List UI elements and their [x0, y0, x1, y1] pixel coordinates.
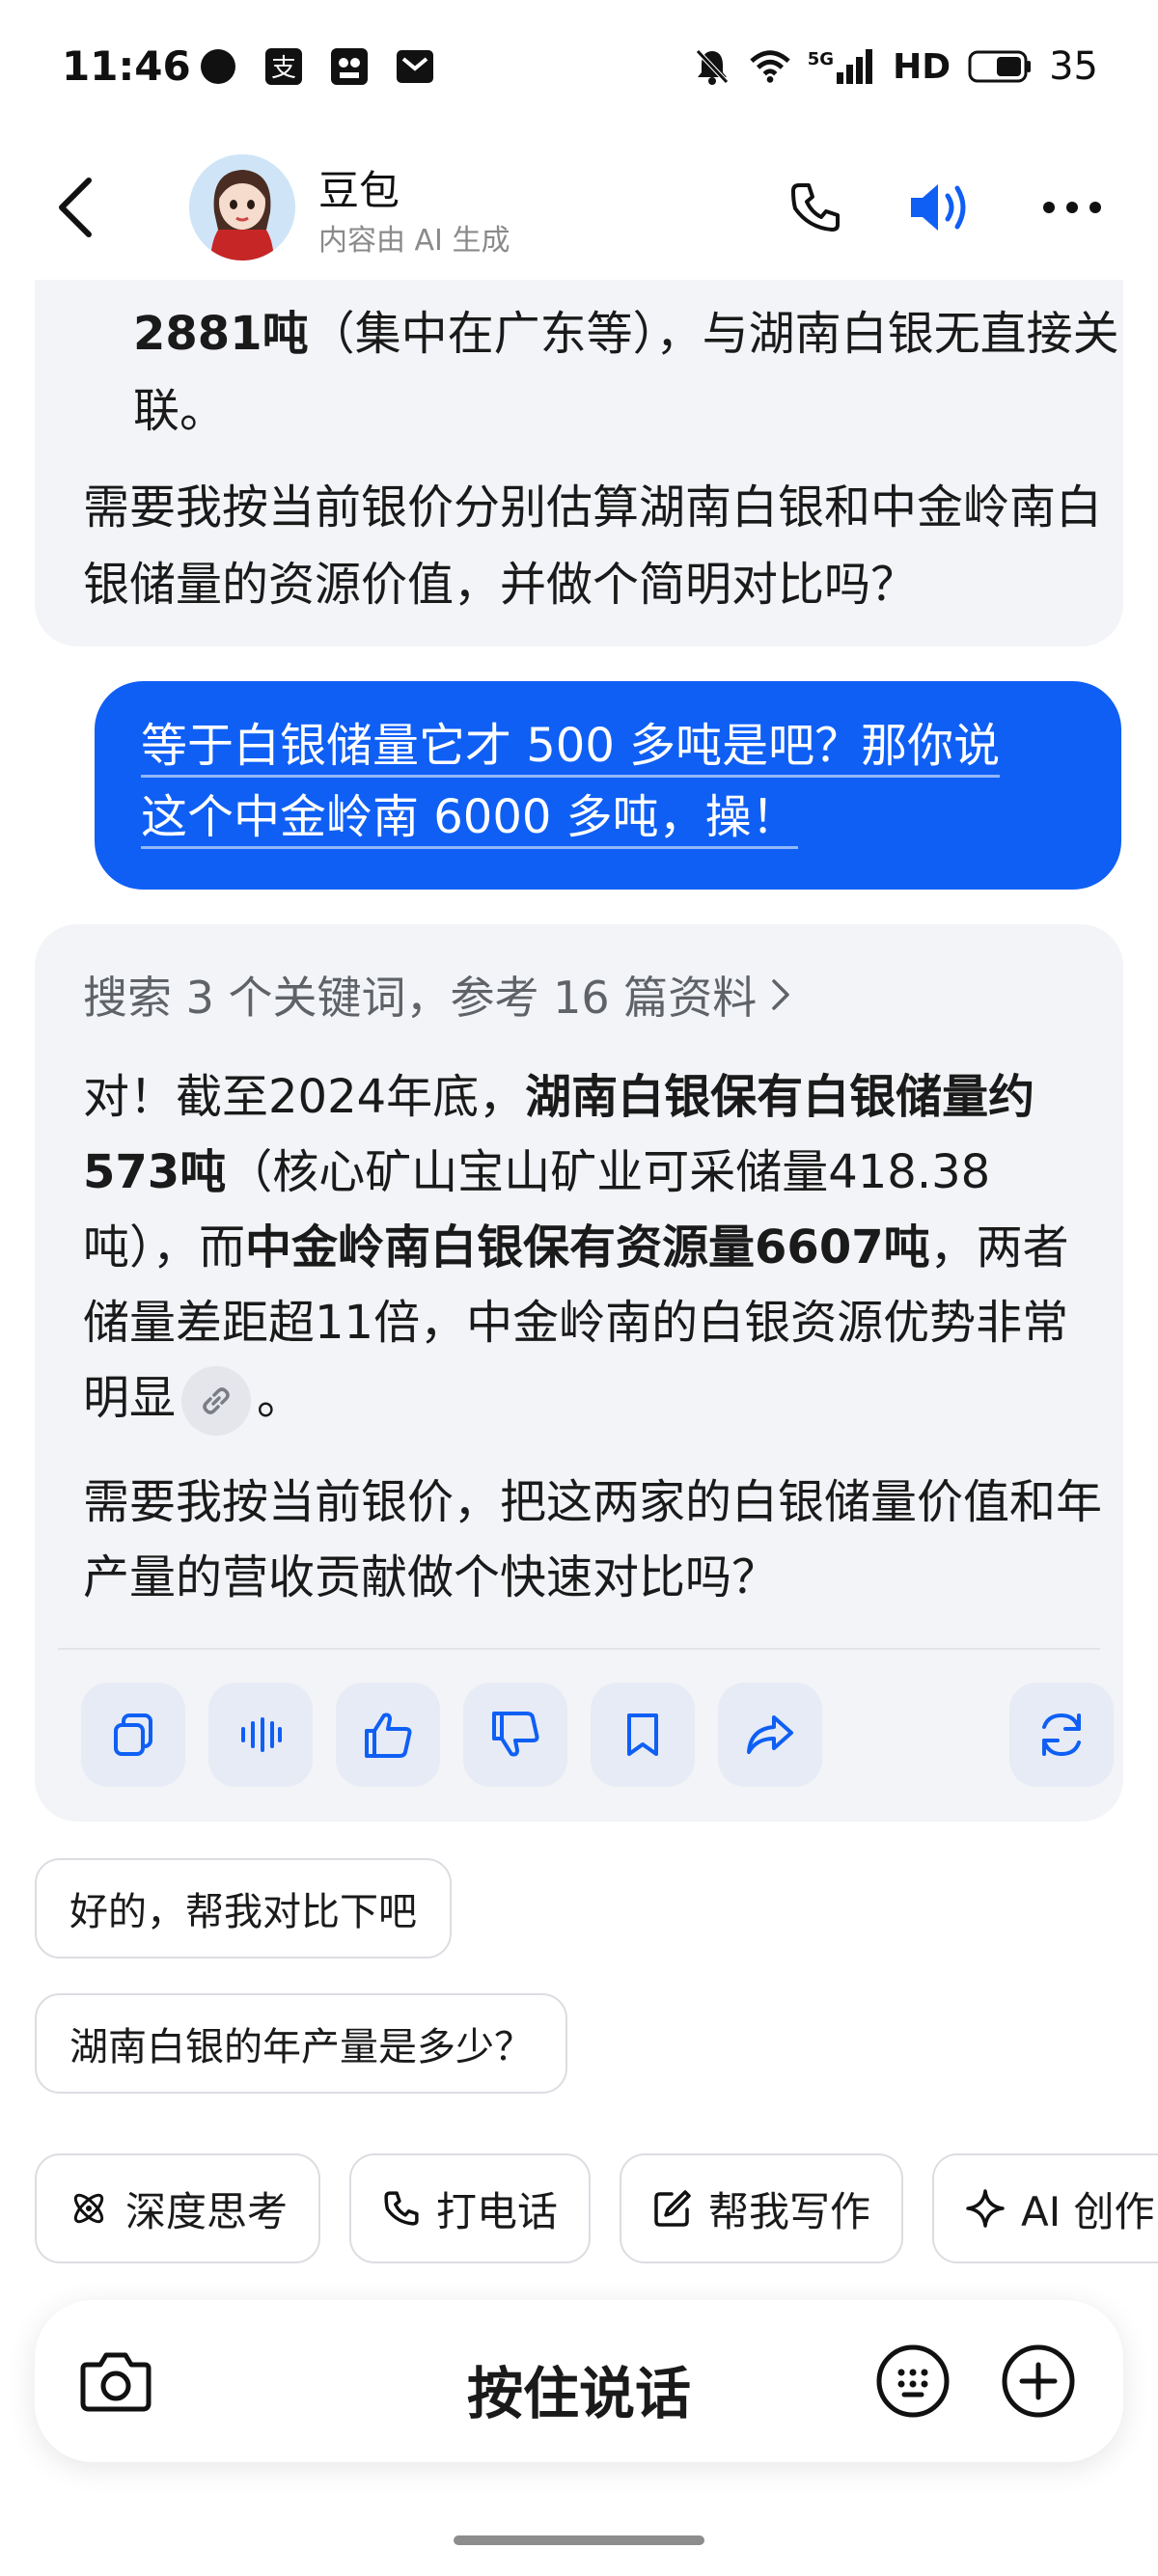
user-message-text: 等于白银储量它才 500 多吨是吧？那你说 这个中金岭南 6000 多吨，操！ [141, 710, 1087, 853]
message-text: 。 [257, 1371, 304, 1425]
hd-label: HD [893, 46, 951, 87]
wifi-icon [750, 46, 790, 87]
user-message-line: 等于白银储量它才 500 多吨是吧？那你说 [141, 719, 1001, 778]
bold-text: 中金岭南白银保有资源量6607吨 [245, 1220, 930, 1274]
chevron-left-icon [59, 178, 92, 237]
bookmark-button[interactable] [591, 1683, 695, 1787]
suggestion-chip[interactable]: 湖南白银的年产量是多少？ [35, 1993, 567, 2094]
share-icon [747, 1715, 793, 1754]
plus-circle-icon [1002, 2344, 1075, 2418]
copy-icon [114, 1713, 152, 1756]
alipay-icon: 支 [263, 46, 304, 87]
voice-playback-button[interactable] [907, 174, 975, 241]
tool-label: 帮我写作 [708, 2187, 871, 2235]
thumbs-down-icon [492, 1712, 539, 1757]
bell-muted-icon [692, 46, 732, 87]
writing-tool-button[interactable]: 帮我写作 [620, 2153, 904, 2263]
dislike-button[interactable] [463, 1683, 567, 1787]
bold-text: 2881吨 [133, 307, 309, 361]
message-paragraph: 需要我按当前银价，把这两家的白银储量价值和年产量的营收贡献做个快速对比吗？ [83, 1475, 1103, 1604]
audio-wave-icon [241, 1717, 282, 1752]
search-references-text: 搜索 3 个关键词，参考 16 篇资料 [83, 972, 758, 1024]
deep-thinking-button[interactable]: 深度思考 [35, 2153, 321, 2263]
call-button[interactable] [782, 174, 849, 241]
share-button[interactable] [718, 1683, 822, 1787]
refresh-icon [1042, 1713, 1081, 1757]
app-icon [329, 46, 370, 87]
thumbs-up-icon [365, 1713, 412, 1758]
message-paragraph: 需要我按当前银价分别估算湖南白银和中金岭南白银储量的资源价值，并做个简明对比吗？ [83, 480, 1103, 612]
keyboard-button[interactable] [874, 2343, 951, 2420]
copy-button[interactable] [81, 1683, 185, 1787]
like-button[interactable] [336, 1683, 440, 1787]
suggestion-chip[interactable]: 好的，帮我对比下吧 [35, 1858, 452, 1959]
tool-label: 深度思考 [125, 2187, 289, 2235]
tool-bar: 深度思考 打电话 帮我写作 AI 创作 [35, 2153, 1158, 2265]
more-icon [1043, 202, 1101, 213]
hold-to-talk-button[interactable]: 按住说话 [35, 2348, 1123, 2429]
edit-icon [654, 2190, 691, 2227]
keyboard-icon [876, 2344, 950, 2418]
atom-icon [73, 2193, 104, 2224]
divider [58, 1648, 1100, 1650]
mail-icon [395, 46, 435, 87]
regenerate-button[interactable] [1009, 1683, 1114, 1787]
search-references-link[interactable]: 搜索 3 个关键词，参考 16 篇资料 [83, 963, 793, 1027]
ai-create-button[interactable]: AI 创作 [932, 2153, 1158, 2263]
ai-generated-note: 内容由 AI 生成 [318, 224, 510, 258]
more-options-button[interactable] [1038, 174, 1106, 241]
read-aloud-button[interactable] [208, 1683, 313, 1787]
message-paragraph: 对！截至2024年底，湖南白银保有白银储量约573吨（核心矿山宝山矿业可采储量4… [83, 1059, 1106, 1436]
signal-icon: 5G [808, 49, 875, 84]
user-message-line: 这个中金岭南 6000 多吨，操！ [141, 790, 798, 849]
link-icon [203, 1387, 230, 1414]
bookmark-icon [627, 1713, 658, 1756]
call-tool-button[interactable]: 打电话 [349, 2153, 592, 2263]
chevron-right-icon [772, 979, 790, 1010]
status-bar: 11:46 支 5G HD 35 [0, 0, 1158, 135]
status-time: 11:46 [62, 42, 191, 90]
ai-message: 2881吨（集中在广东等），与湖南白银无直接关联。 需要我按当前银价分别估算湖南… [35, 280, 1123, 646]
ai-message: 搜索 3 个关键词，参考 16 篇资料 对！截至2024年底，湖南白银保有白银储… [35, 924, 1123, 1822]
phone-icon [384, 2191, 419, 2226]
tool-label: 打电话 [436, 2187, 559, 2235]
signal-label: 5G [807, 49, 835, 69]
phone-icon [791, 183, 840, 232]
back-button[interactable] [46, 174, 104, 241]
user-message[interactable]: 等于白银储量它才 500 多吨是吧？那你说 这个中金岭南 6000 多吨，操！ [95, 681, 1121, 890]
speaker-icon [911, 184, 966, 231]
svg-text:支: 支 [271, 54, 296, 83]
message-actions [81, 1683, 1114, 1787]
battery-icon [968, 50, 1032, 83]
list-item-continuation: 2881吨（集中在广东等），与湖南白银无直接关联。 [133, 295, 1137, 450]
chat-title: 豆包 [318, 167, 400, 214]
tool-label: AI 创作 [1021, 2187, 1155, 2235]
notification-icons: 支 [198, 46, 435, 87]
sparkle-icon [966, 2189, 1005, 2228]
chat-bubble-icon [198, 46, 238, 87]
battery-level: 35 [1049, 44, 1098, 89]
system-status-icons: 5G HD 35 [692, 44, 1098, 89]
chat-header: 豆包 内容由 AI 生成 [0, 145, 1158, 270]
avatar[interactable] [189, 154, 295, 260]
home-indicator[interactable] [454, 2535, 704, 2545]
input-bar: 按住说话 [35, 2300, 1123, 2462]
message-text: 对！截至2024年底， [83, 1070, 526, 1124]
add-button[interactable] [1000, 2343, 1077, 2420]
source-link-button[interactable] [181, 1366, 252, 1436]
